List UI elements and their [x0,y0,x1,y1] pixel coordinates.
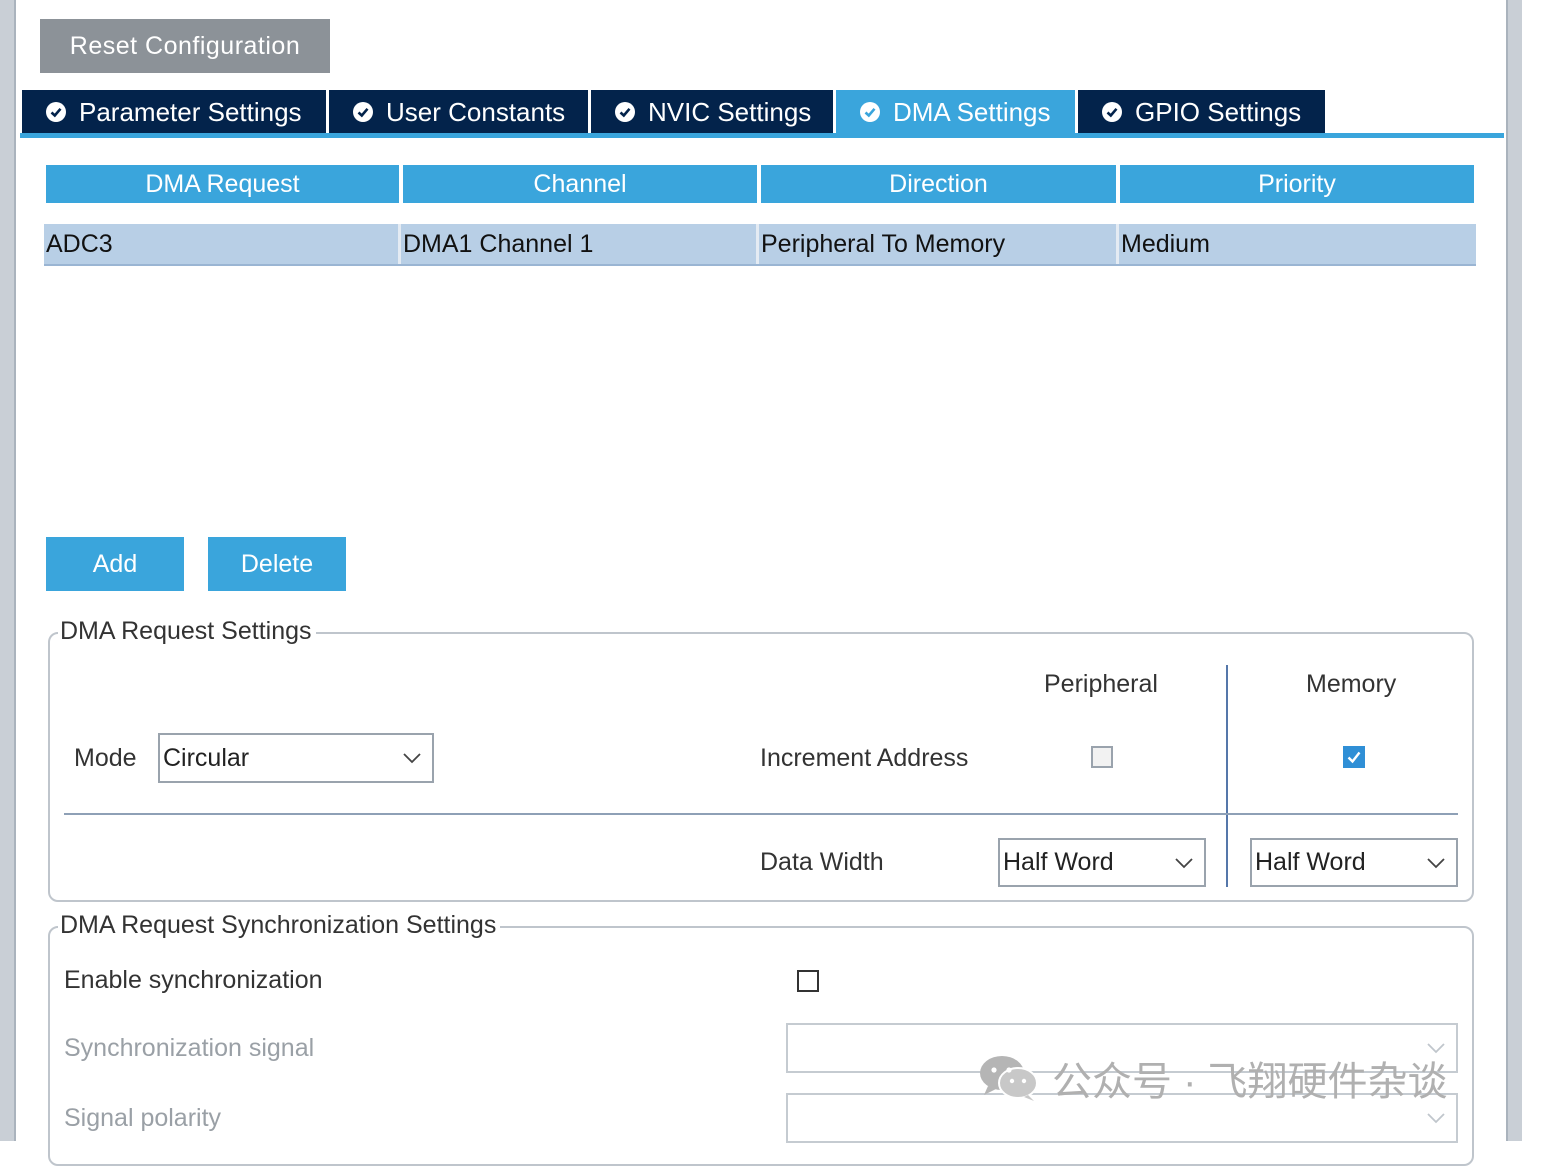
reset-configuration-button[interactable]: Reset Configuration [40,19,330,73]
tab-label: Parameter Settings [79,96,302,127]
dma-request-settings-legend: DMA Request Settings [58,617,316,646]
peripheral-data-width-select[interactable]: Half Word [998,838,1206,887]
check-circle-icon [353,102,373,122]
dma-table-header: DMA Request Channel Direction Priority [46,165,1474,203]
chevron-down-icon [1427,857,1445,868]
tab-gpio-settings[interactable]: GPIO Settings [1078,90,1325,134]
watermark: 公众号 · 飞翔硬件杂谈 [978,1050,1448,1106]
check-circle-icon [615,102,635,122]
check-circle-icon [860,102,880,122]
wechat-icon [980,1056,1038,1101]
data-width-label: Data Width [760,848,884,876]
synchronization-signal-label: Synchronization signal [64,1034,315,1062]
row-divider [64,813,1458,815]
enable-synchronization-checkbox[interactable] [797,970,819,992]
table-row[interactable]: ADC3 DMA1 Channel 1 Peripheral To Memory… [44,224,1476,266]
cell-direction: Peripheral To Memory [759,224,1119,264]
check-circle-icon [1102,102,1122,122]
chevron-down-icon [403,753,421,764]
watermark-text: 公众号 · 飞翔硬件杂谈 [1052,1060,1448,1104]
cell-channel: DMA1 Channel 1 [401,224,759,264]
tab-label: NVIC Settings [648,96,812,127]
mode-select[interactable]: Circular [158,733,434,783]
dma-sync-settings-legend: DMA Request Synchronization Settings [58,911,501,940]
column-header-priority[interactable]: Priority [1120,165,1474,203]
memory-data-width-value: Half Word [1255,848,1366,876]
right-window-border [1506,0,1522,1141]
tab-label: DMA Settings [893,96,1051,127]
settings-tab-bar: Parameter Settings User Constants NVIC S… [22,90,1328,134]
check-circle-icon [46,102,66,122]
delete-button[interactable]: Delete [208,537,346,591]
peripheral-increment-checkbox[interactable] [1091,746,1113,768]
column-divider [1226,665,1228,887]
mode-label: Mode [74,744,137,772]
peripheral-data-width-value: Half Word [1003,848,1114,876]
peripheral-column-header: Peripheral [1044,670,1158,698]
chevron-down-icon [1175,857,1193,868]
checkmark-icon [1347,751,1361,764]
cell-dma-request: ADC3 [44,224,401,264]
memory-column-header: Memory [1306,670,1397,698]
tab-label: User Constants [386,96,566,127]
tab-dma-settings[interactable]: DMA Settings [836,90,1075,134]
right-edge [1522,0,1541,1141]
cell-priority: Medium [1121,229,1210,258]
mode-select-value: Circular [163,743,250,772]
left-window-border [0,0,16,1141]
increment-address-label: Increment Address [760,744,969,772]
memory-increment-checkbox[interactable] [1343,746,1365,768]
tab-user-constants[interactable]: User Constants [329,90,588,134]
tab-nvic-settings[interactable]: NVIC Settings [591,90,833,134]
enable-synchronization-label: Enable synchronization [64,966,323,994]
signal-polarity-label: Signal polarity [64,1104,222,1132]
chevron-down-icon [1427,1113,1445,1124]
add-button[interactable]: Add [46,537,184,591]
tab-parameter-settings[interactable]: Parameter Settings [22,90,326,134]
column-header-channel[interactable]: Channel [403,165,757,203]
column-header-direction[interactable]: Direction [761,165,1116,203]
column-header-dma-request[interactable]: DMA Request [46,165,399,203]
memory-data-width-select[interactable]: Half Word [1250,838,1458,887]
tab-label: GPIO Settings [1135,96,1302,127]
tab-underline [20,133,1504,138]
